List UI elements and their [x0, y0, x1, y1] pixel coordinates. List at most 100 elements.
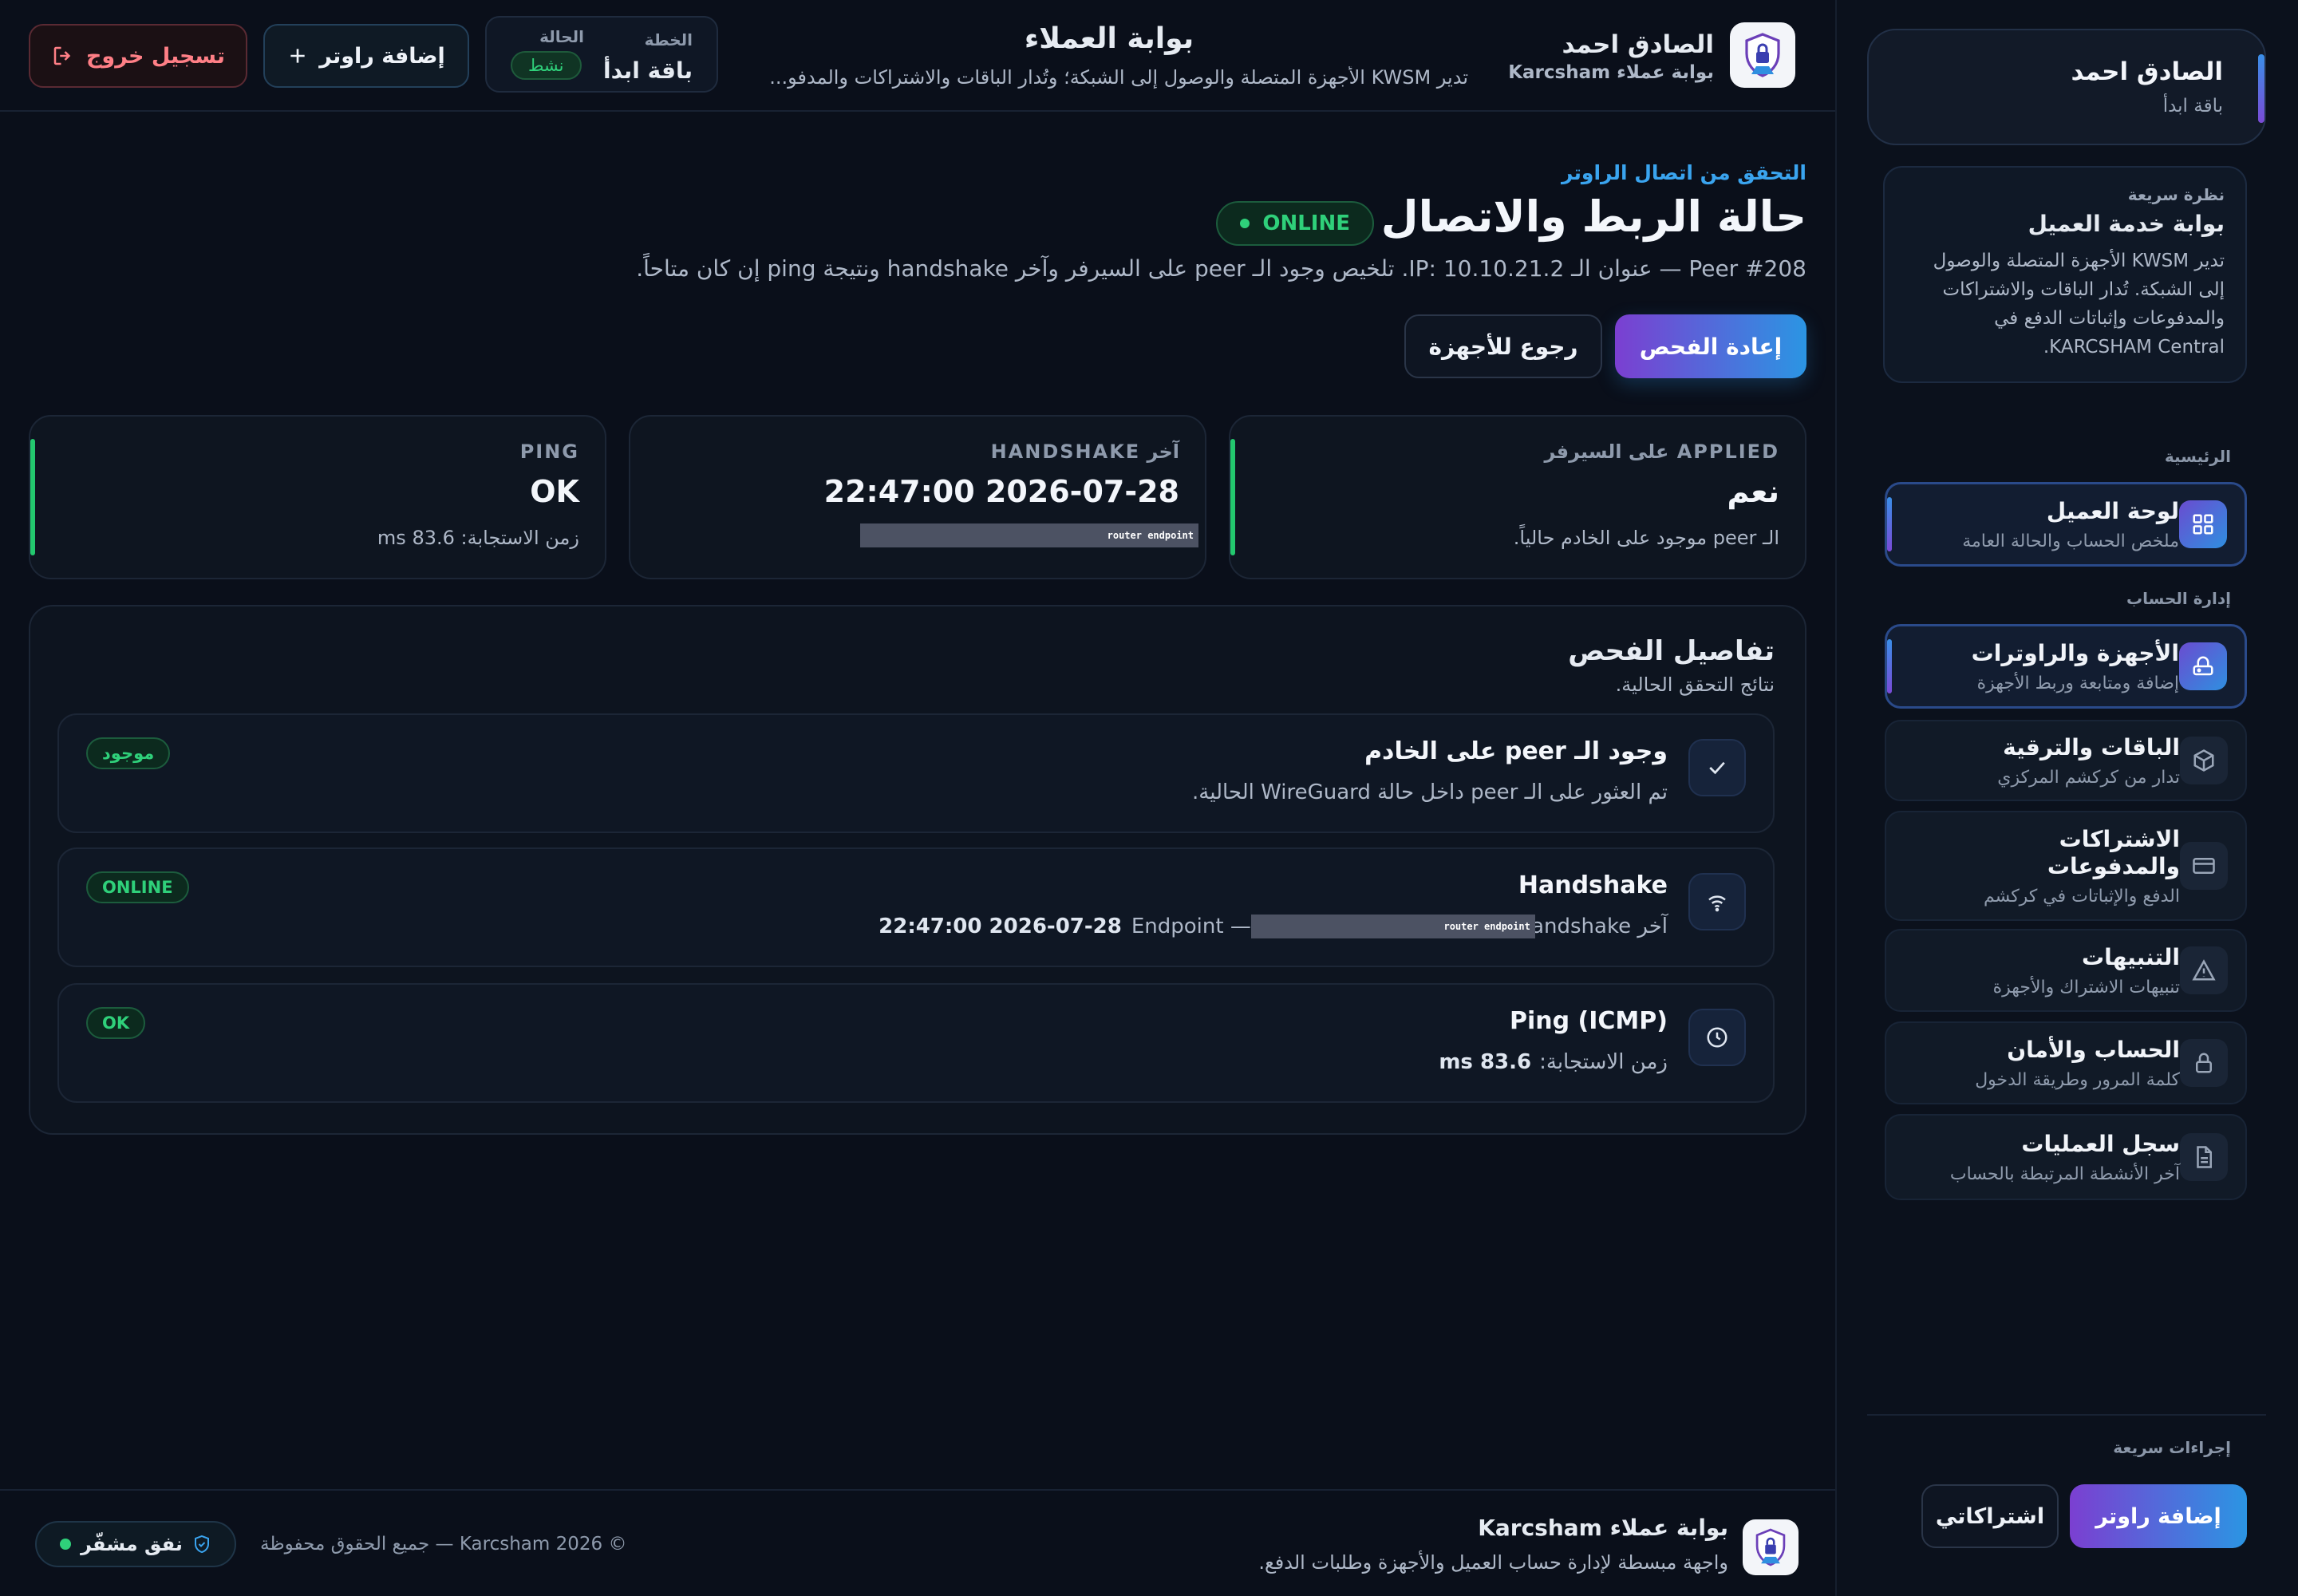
card-label: APPLIED على السيرفر: [1544, 440, 1779, 463]
quick-subscriptions-button[interactable]: اشتراكاتي: [1921, 1484, 2059, 1548]
check-title: وجود الـ peer على الخادم: [1364, 737, 1668, 765]
sidebar-item-label: الأجهزة والراوترات: [1971, 639, 2179, 666]
clock-icon: [1688, 1009, 1746, 1066]
desc-mid: — Endpoint: [1131, 915, 1251, 938]
sidebar-item-subscriptions[interactable]: الاشتراكات والمدفوعات الدفع والإثباتات ف…: [1885, 811, 2247, 921]
wifi-icon: [1688, 873, 1746, 930]
footer-logo: [1743, 1519, 1799, 1575]
router-icon: [2179, 642, 2227, 690]
card-value: OK: [530, 474, 579, 509]
sidebar-item-label: لوحة العميل: [2046, 497, 2179, 524]
online-badge-label: ONLINE: [1262, 211, 1350, 235]
redacted-endpoint: router endpoint: [860, 523, 1198, 547]
quick-actions-label: إجراءات سريعة: [2113, 1438, 2231, 1457]
sidebar-user-card[interactable]: الصادق احمد باقة ابدأ: [1867, 29, 2266, 145]
check-row-ping: Ping (ICMP) زمن الاستجابة: 83.6 ms OK: [57, 983, 1775, 1103]
ping-latency: 83.6 ms: [1439, 1050, 1532, 1074]
logout-icon: [53, 46, 71, 65]
section-label-main: الرئيسية: [2164, 447, 2231, 466]
header-brand: الصادق احمد بوابة عملاء Karcsham: [1508, 30, 1714, 83]
page-kicker: التحقق من اتصال الراوتر: [1561, 161, 1806, 184]
shield-icon: [194, 1535, 209, 1554]
portal-title: بوابة العملاء: [1024, 22, 1194, 55]
divider: [1867, 1414, 2266, 1416]
plan-label: الخطة: [644, 30, 693, 49]
card-label: آخر HANDSHAKE: [990, 440, 1179, 463]
check-icon: [1688, 739, 1746, 796]
footer-copyright: © 2026 Karcsham — جميع الحقوق محفوظة: [260, 1534, 627, 1555]
section-label-account: إدارة الحساب: [2126, 589, 2231, 608]
details-subtitle: نتائج التحقق الحالية.: [1615, 674, 1775, 696]
back-to-devices-button[interactable]: رجوع للأجهزة: [1404, 314, 1602, 378]
active-indicator: [1887, 497, 1892, 551]
add-router-button[interactable]: إضافة راوتر: [263, 24, 469, 88]
sidebar-item-sub: الدفع والإثباتات في كركشم: [1983, 886, 2180, 907]
sidebar-item-label: الاشتراكات والمدفوعات: [2047, 825, 2180, 879]
footer-description: واجهة مبسطة لإدارة حساب العميل والأجهزة …: [1258, 1551, 1728, 1574]
sidebar-item-sub: كلمة المرور وطريقة الدخول: [1975, 1069, 2180, 1090]
desc-prefix: زمن الاستجابة:: [1539, 1050, 1668, 1074]
warning-icon: [2180, 946, 2228, 994]
footer: بوابة عملاء Karcsham واجهة مبسطة لإدارة …: [0, 1489, 1835, 1596]
card-value: نعم: [1727, 474, 1779, 509]
ping-card: PING OK زمن الاستجابة: 83.6 ms: [29, 415, 606, 579]
box-icon: [2180, 737, 2228, 784]
sidebar-user-name: الصادق احمد: [2071, 57, 2223, 86]
sidebar-item-sub: آخر الأنشطة المرتبطة بالحساب: [1949, 1163, 2180, 1184]
check-details-panel: تفاصيل الفحص نتائج التحقق الحالية. وجود …: [29, 605, 1806, 1135]
add-router-label: إضافة راوتر: [319, 43, 445, 69]
applied-card: APPLIED على السيرفر نعم الـ peer موجود ع…: [1229, 415, 1806, 579]
encrypted-tunnel-badge: نفق مشفّر: [35, 1521, 236, 1567]
user-card-accent: [2258, 54, 2264, 123]
document-icon: [2180, 1133, 2228, 1181]
plan-status-box: الخطة باقة ابدأ الحالة نشط: [485, 16, 718, 93]
check-row-peer: وجود الـ peer على الخادم تم العثور على ا…: [57, 713, 1775, 833]
sidebar-item-dashboard[interactable]: لوحة العميل ملخص الحساب والحالة العامة: [1885, 482, 2247, 567]
card-value: 2026-07-28 22:47:00: [823, 474, 1179, 509]
check-row-handshake: Handshake آخر handshake: router endpoint…: [57, 847, 1775, 967]
check-title: Handshake: [1518, 871, 1668, 899]
footer-brand: بوابة عملاء Karcsham: [1478, 1515, 1728, 1541]
sidebar-item-devices[interactable]: الأجهزة والراوترات إضافة ومتابعة وربط ال…: [1885, 624, 2247, 709]
sidebar-item-plans[interactable]: الباقات والترقية تدار من كركشم المركزي: [1885, 720, 2247, 801]
handshake-time: 2026-07-28 22:47:00: [879, 915, 1122, 938]
sidebar-item-security[interactable]: الحساب والأمان كلمة المرور وطريقة الدخول: [1885, 1021, 2247, 1104]
sidebar-item-activity-log[interactable]: سجل العمليات آخر الأنشطة المرتبطة بالحسا…: [1885, 1114, 2247, 1200]
handshake-card: آخر HANDSHAKE 2026-07-28 22:47:00 router…: [629, 415, 1206, 579]
online-status-badge: ONLINE: [1216, 201, 1374, 246]
tunnel-label: نفق مشفّر: [81, 1533, 183, 1555]
status-dot: [1240, 219, 1250, 228]
sidebar-item-sub: إضافة ومتابعة وربط الأجهزة: [1976, 673, 2179, 693]
dashboard-icon: [2179, 500, 2227, 548]
retry-check-button[interactable]: إعادة الفحص: [1615, 314, 1806, 378]
sidebar-item-sub: تنبيهات الاشتراك والأجهزة: [1992, 977, 2180, 998]
lock-icon: [2180, 1039, 2228, 1087]
sidebar: الصادق احمد باقة ابدأ نظرة سريعة بوابة خ…: [1835, 0, 2298, 1596]
portal-subtitle: تدير KWSM الأجهزة المتصلة والوصول إلى ال…: [769, 66, 1468, 89]
credit-card-icon: [2180, 842, 2228, 890]
check-description: آخر handshake: router endpoint — Endpoin…: [871, 915, 1668, 938]
status-dot: [60, 1539, 72, 1550]
overview-description: تدير KWSM الأجهزة المتصلة والوصول إلى ال…: [1933, 251, 2225, 358]
card-sub: الـ peer موجود على الخادم حالياً.: [1513, 527, 1779, 549]
sidebar-item-label: سجل العمليات: [2021, 1130, 2180, 1157]
plan-value: باقة ابدأ: [603, 57, 693, 84]
status-label: الحالة: [539, 27, 584, 46]
logout-label: تسجيل خروج: [85, 43, 226, 69]
card-stripe: [1230, 439, 1235, 555]
sidebar-user-plan: باقة ابدأ: [2162, 96, 2223, 117]
sidebar-item-sub: ملخص الحساب والحالة العامة: [1962, 531, 2179, 551]
card-sub: زمن الاستجابة: 83.6 ms: [377, 527, 579, 549]
check-description: تم العثور على الـ peer داخل حالة WireGua…: [1192, 780, 1668, 804]
logout-button[interactable]: تسجيل خروج: [29, 24, 247, 88]
sidebar-item-alerts[interactable]: التنبيهات تنبيهات الاشتراك والأجهزة: [1885, 929, 2247, 1012]
quick-add-router-button[interactable]: إضافة راوتر: [2070, 1484, 2247, 1548]
check-status-badge: OK: [86, 1007, 146, 1039]
active-indicator: [1887, 639, 1892, 693]
check-status-badge: موجود: [86, 737, 171, 769]
portal-title-block: بوابة العملاء تدير KWSM الأجهزة المتصلة …: [750, 22, 1468, 89]
brand-logo: [1730, 22, 1795, 88]
sidebar-item-label: التنبيهات: [2082, 943, 2180, 970]
check-status-badge: ONLINE: [86, 871, 189, 903]
page-title: حالة الربط والاتصال: [1380, 192, 1806, 242]
